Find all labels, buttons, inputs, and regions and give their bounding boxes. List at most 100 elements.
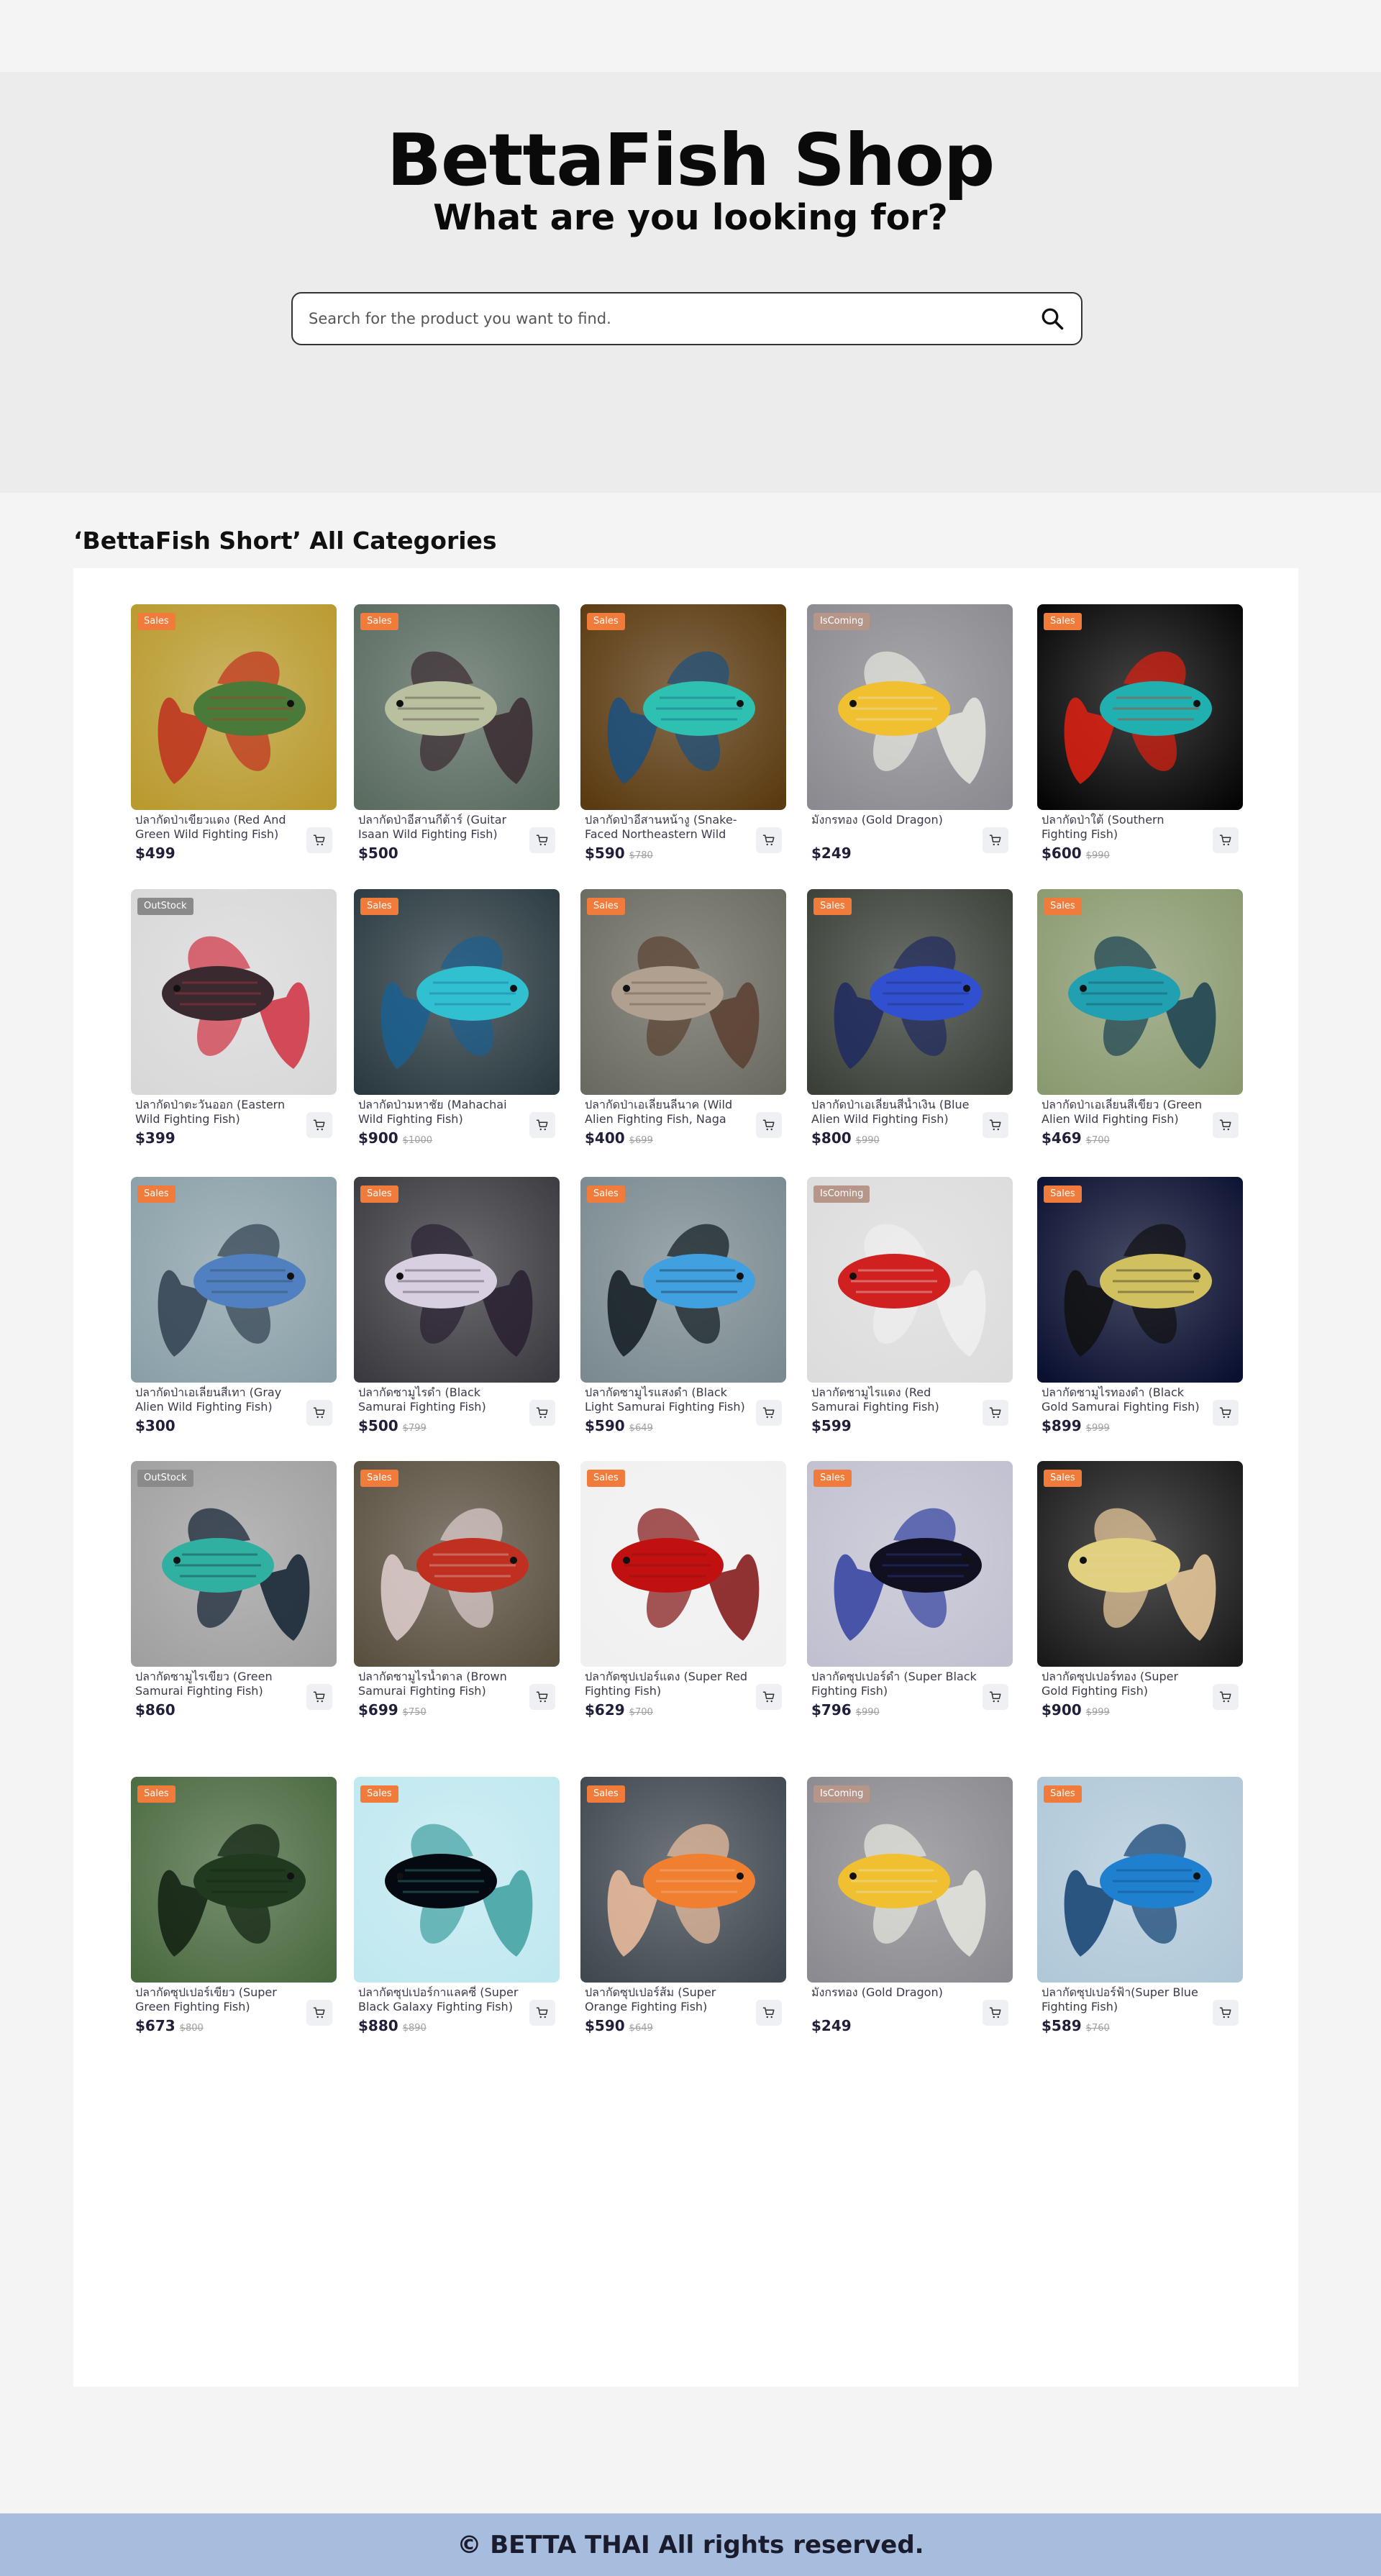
product-image[interactable]: Sales bbox=[131, 1777, 337, 1983]
product-image[interactable]: Sales bbox=[1037, 889, 1243, 1095]
product-card[interactable]: Sales ปลากัดป่าเอเลี่ยนลีนาค (Wild Alien … bbox=[580, 889, 786, 1162]
add-to-cart-button[interactable] bbox=[983, 1400, 1008, 1426]
product-image[interactable]: Sales bbox=[580, 1461, 786, 1667]
add-to-cart-button[interactable] bbox=[529, 827, 555, 853]
product-card[interactable]: Sales ปลากัดซามูไรดำ (Black Samurai Fight… bbox=[354, 1177, 560, 1450]
product-name[interactable]: ปลากัดซามูไรดำ (Black Samurai Fighting F… bbox=[358, 1385, 524, 1414]
add-to-cart-button[interactable] bbox=[1213, 827, 1239, 853]
product-image[interactable]: Sales bbox=[580, 604, 786, 810]
product-name[interactable]: ปลากัดป่าเอเลี่ยนสีเทา (Gray Alien Wild … bbox=[135, 1385, 301, 1414]
product-image[interactable]: OutStock bbox=[131, 1461, 337, 1667]
product-name[interactable]: ปลากัดซุปเปอร์กาแลคซี่ (Super Black Gala… bbox=[358, 1985, 524, 2014]
product-name[interactable]: ปลากัดซามูไรแดง (Red Samurai Fighting Fi… bbox=[811, 1385, 977, 1414]
product-card[interactable]: Sales ปลากัดซุปเปอร์แดง (Super Red Fighti… bbox=[580, 1461, 786, 1734]
product-name[interactable]: มังกรทอง (Gold Dragon) bbox=[811, 813, 977, 827]
add-to-cart-button[interactable] bbox=[306, 1684, 332, 1710]
product-image[interactable]: Sales bbox=[1037, 1777, 1243, 1983]
product-image[interactable]: Sales bbox=[807, 889, 1013, 1095]
add-to-cart-button[interactable] bbox=[529, 2000, 555, 2026]
search-icon[interactable] bbox=[1039, 306, 1065, 332]
product-name[interactable]: ปลากัดป่าเขียวแดง (Red And Green Wild Fi… bbox=[135, 813, 301, 842]
add-to-cart-button[interactable] bbox=[756, 1400, 782, 1426]
add-to-cart-button[interactable] bbox=[1213, 1400, 1239, 1426]
product-name[interactable]: มังกรทอง (Gold Dragon) bbox=[811, 1985, 977, 2000]
product-name[interactable]: ปลากัดซุปเปอร์เขียว (Super Green Fightin… bbox=[135, 1985, 301, 2014]
product-image[interactable]: Sales bbox=[131, 1177, 337, 1383]
search-input[interactable]: Search for the product you want to find. bbox=[309, 310, 1039, 327]
product-card[interactable]: Sales ปลากัดซุปเปอร์ฟ้า(Super Blue Fighti… bbox=[1037, 1777, 1243, 2050]
product-card[interactable]: Sales ปลากัดป่าเอเลี่ยนสีเขียว (Green Ali… bbox=[1037, 889, 1243, 1162]
product-image[interactable]: Sales bbox=[580, 1777, 786, 1983]
product-image[interactable]: Sales bbox=[131, 604, 337, 810]
product-card[interactable]: Sales ปลากัดซุปเปอร์กาแลคซี่ (Super Black… bbox=[354, 1777, 560, 2050]
add-to-cart-button[interactable] bbox=[983, 2000, 1008, 2026]
product-name[interactable]: ปลากัดป่าเอเลี่ยนลีนาค (Wild Alien Fight… bbox=[585, 1098, 750, 1128]
product-name[interactable]: ปลากัดซุปเปอร์ส้ม (Super Orange Fighting… bbox=[585, 1985, 750, 2014]
add-to-cart-button[interactable] bbox=[1213, 2000, 1239, 2026]
add-to-cart-button[interactable] bbox=[756, 827, 782, 853]
product-card[interactable]: IsComing ปลากัดซามูไรแดง (Red Samurai Fig… bbox=[807, 1177, 1013, 1450]
product-card[interactable]: Sales ปลากัดป่าเอเลี่ยนสีน้ำเงิน (Blue Al… bbox=[807, 889, 1013, 1162]
product-card[interactable]: Sales ปลากัดซามูไรแสงดำ (Black Light Samu… bbox=[580, 1177, 786, 1450]
product-name[interactable]: ปลากัดป่าตะวันออก (Eastern Wild Fighting… bbox=[135, 1098, 301, 1127]
product-card[interactable]: Sales ปลากัดป่าเอเลี่ยนสีเทา (Gray Alien … bbox=[131, 1177, 337, 1450]
add-to-cart-button[interactable] bbox=[529, 1112, 555, 1138]
add-to-cart-button[interactable] bbox=[529, 1684, 555, 1710]
product-card[interactable]: OutStock ปลากัดซามูไรเขียว (Green Samurai… bbox=[131, 1461, 337, 1734]
add-to-cart-button[interactable] bbox=[306, 827, 332, 853]
add-to-cart-button[interactable] bbox=[756, 2000, 782, 2026]
product-name[interactable]: ปลากัดป่ามหาชัย (Mahachai Wild Fighting … bbox=[358, 1098, 524, 1127]
product-image[interactable]: Sales bbox=[807, 1461, 1013, 1667]
product-name[interactable]: ปลากัดซุปเปอร์ทอง (Super Gold Fighting F… bbox=[1042, 1670, 1207, 1698]
product-image[interactable]: IsComing bbox=[807, 1777, 1013, 1983]
product-name[interactable]: ปลากัดป่าเอเลี่ยนสีเขียว (Green Alien Wi… bbox=[1042, 1098, 1207, 1127]
product-name[interactable]: ปลากัดป่าอีสานหน้างู (Snake-Faced Northe… bbox=[585, 813, 750, 843]
product-image[interactable]: Sales bbox=[354, 1461, 560, 1667]
product-card[interactable]: Sales ปลากัดซุปเปอร์ส้ม (Super Orange Fig… bbox=[580, 1777, 786, 2050]
product-image[interactable]: Sales bbox=[354, 604, 560, 810]
product-name[interactable]: ปลากัดซุปเปอร์ฟ้า(Super Blue Fighting Fi… bbox=[1042, 1985, 1207, 2014]
product-name[interactable]: ปลากัดซามูไรทองดำ (Black Gold Samurai Fi… bbox=[1042, 1385, 1207, 1414]
product-image[interactable]: IsComing bbox=[807, 1177, 1013, 1383]
product-card[interactable]: Sales ปลากัดซุปเปอร์เขียว (Super Green Fi… bbox=[131, 1777, 337, 2050]
product-image[interactable]: Sales bbox=[580, 889, 786, 1095]
product-image[interactable]: Sales bbox=[1037, 604, 1243, 810]
product-name[interactable]: ปลากัดป่าใต้ (Southern Fighting Fish) bbox=[1042, 813, 1207, 842]
product-image[interactable]: Sales bbox=[354, 1777, 560, 1983]
product-name[interactable]: ปลากัดป่าเอเลี่ยนสีน้ำเงิน (Blue Alien W… bbox=[811, 1098, 977, 1127]
product-name[interactable]: ปลากัดซามูไรน้ำตาล (Brown Samurai Fighti… bbox=[358, 1670, 524, 1698]
product-card[interactable]: Sales ปลากัดป่าอีสานหน้างู (Snake-Faced N… bbox=[580, 604, 786, 878]
add-to-cart-button[interactable] bbox=[756, 1112, 782, 1138]
product-image[interactable]: Sales bbox=[1037, 1461, 1243, 1667]
product-card[interactable]: IsComing มังกรทอง (Gold Dragon) $249 bbox=[807, 604, 1013, 878]
product-card[interactable]: Sales ปลากัดป่าใต้ (Southern Fighting Fis… bbox=[1037, 604, 1243, 878]
product-name[interactable]: ปลากัดซุปเปอร์ดำ (Super Black Fighting F… bbox=[811, 1670, 977, 1698]
add-to-cart-button[interactable] bbox=[306, 2000, 332, 2026]
product-card[interactable]: Sales ปลากัดซามูไรน้ำตาล (Brown Samurai F… bbox=[354, 1461, 560, 1734]
product-card[interactable]: Sales ปลากัดป่ามหาชัย (Mahachai Wild Figh… bbox=[354, 889, 560, 1162]
product-card[interactable]: Sales ปลากัดป่าอีสานกีต้าร์ (Guitar Isaan… bbox=[354, 604, 560, 878]
add-to-cart-button[interactable] bbox=[306, 1112, 332, 1138]
product-card[interactable]: OutStock ปลากัดป่าตะวันออก (Eastern Wild … bbox=[131, 889, 337, 1162]
product-name[interactable]: ปลากัดซามูไรแสงดำ (Black Light Samurai F… bbox=[585, 1385, 750, 1414]
product-image[interactable]: OutStock bbox=[131, 889, 337, 1095]
product-name[interactable]: ปลากัดซุปเปอร์แดง (Super Red Fighting Fi… bbox=[585, 1670, 750, 1698]
search-bar[interactable]: Search for the product you want to find. bbox=[291, 292, 1083, 345]
add-to-cart-button[interactable] bbox=[529, 1400, 555, 1426]
product-name[interactable]: ปลากัดซามูไรเขียว (Green Samurai Fightin… bbox=[135, 1670, 301, 1698]
product-image[interactable]: Sales bbox=[354, 1177, 560, 1383]
product-image[interactable]: Sales bbox=[1037, 1177, 1243, 1383]
product-card[interactable]: Sales ปลากัดซามูไรทองดำ (Black Gold Samur… bbox=[1037, 1177, 1243, 1450]
product-card[interactable]: Sales ปลากัดซุปเปอร์ดำ (Super Black Fight… bbox=[807, 1461, 1013, 1734]
product-name[interactable]: ปลากัดป่าอีสานกีต้าร์ (Guitar Isaan Wild… bbox=[358, 813, 524, 842]
add-to-cart-button[interactable] bbox=[1213, 1112, 1239, 1138]
product-image[interactable]: Sales bbox=[354, 889, 560, 1095]
add-to-cart-button[interactable] bbox=[306, 1400, 332, 1426]
add-to-cart-button[interactable] bbox=[983, 827, 1008, 853]
product-image[interactable]: IsComing bbox=[807, 604, 1013, 810]
product-card[interactable]: Sales ปลากัดซุปเปอร์ทอง (Super Gold Fight… bbox=[1037, 1461, 1243, 1734]
add-to-cart-button[interactable] bbox=[756, 1684, 782, 1710]
add-to-cart-button[interactable] bbox=[1213, 1684, 1239, 1710]
product-card[interactable]: IsComing มังกรทอง (Gold Dragon) $249 bbox=[807, 1777, 1013, 2050]
add-to-cart-button[interactable] bbox=[983, 1684, 1008, 1710]
